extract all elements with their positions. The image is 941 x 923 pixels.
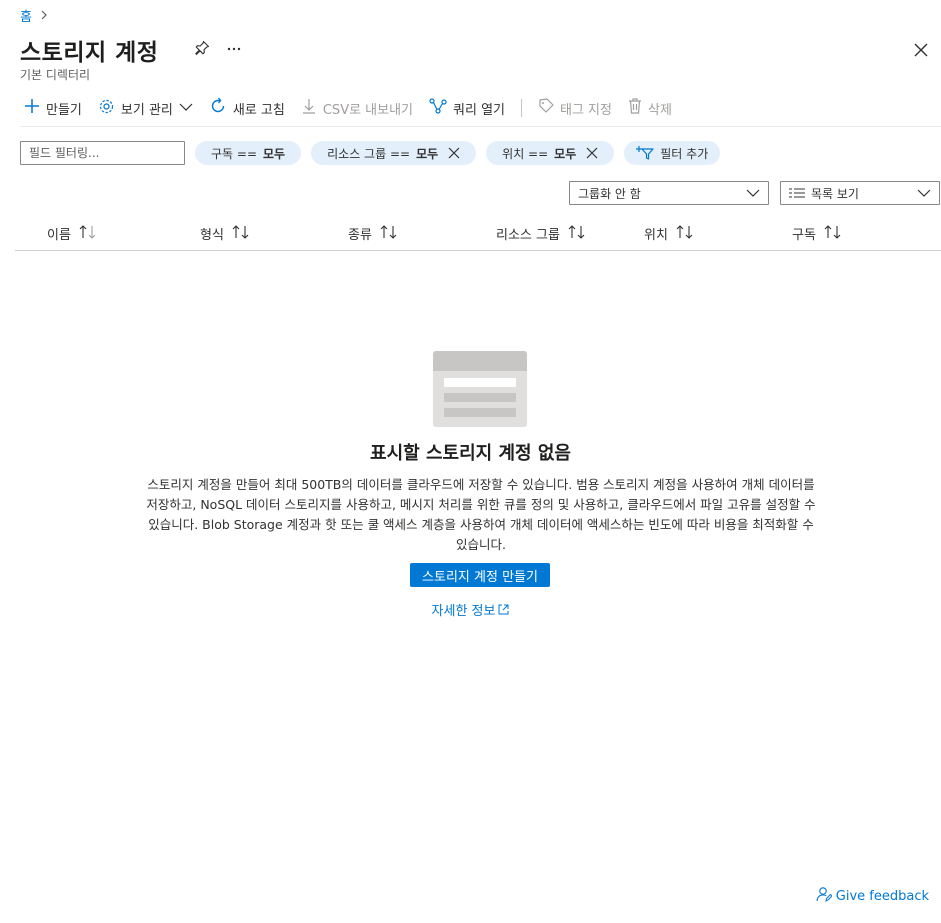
grouping-dropdown[interactable]: 그룹화 안 함 — [569, 181, 769, 205]
manage-view-label: 보기 관리 — [120, 102, 173, 118]
column-header-name[interactable]: 이름 — [47, 224, 97, 243]
create-storage-account-button[interactable]: 스토리지 계정 만들기 — [410, 563, 550, 587]
chevron-down-icon — [917, 187, 931, 202]
sort-icon — [232, 224, 250, 243]
filter-add-icon — [636, 145, 654, 161]
download-icon — [301, 98, 317, 118]
breadcrumb-home[interactable]: 홈 — [20, 6, 32, 25]
breadcrumb: 홈 — [20, 6, 48, 25]
learn-more-link[interactable]: 자세한 정보 — [0, 600, 941, 619]
column-label: 구독 — [792, 228, 816, 243]
tag-icon — [538, 98, 554, 118]
empty-state-title: 표시할 스토리지 계정 없음 — [370, 443, 571, 464]
give-feedback-link[interactable]: Give feedback — [816, 886, 929, 906]
filter-pill-value: 모두 — [416, 146, 439, 161]
filter-input[interactable] — [20, 141, 185, 165]
view-mode-value: 목록 보기 — [811, 186, 859, 201]
close-icon[interactable] — [911, 40, 931, 60]
pin-icon[interactable] — [194, 40, 210, 60]
delete-label: 삭제 — [647, 102, 672, 118]
table-header: 이름 형식 종류 리소스 그룹 위치 구독 — [15, 220, 941, 251]
column-header-kind[interactable]: 종류 — [348, 224, 398, 243]
column-header-subscription[interactable]: 구독 — [792, 224, 842, 243]
filter-pill-location[interactable]: 위치 == 모두 — [486, 141, 615, 165]
assign-tags-label: 태그 지정 — [560, 102, 612, 118]
export-csv-button[interactable]: CSV로 내보내기 — [301, 98, 413, 118]
page-subtitle: 기본 디렉터리 — [20, 68, 91, 82]
close-icon[interactable] — [448, 147, 460, 159]
toolbar-divider — [521, 99, 522, 117]
more-options-icon[interactable] — [226, 40, 242, 60]
refresh-button[interactable]: 새로 고침 — [209, 97, 285, 119]
column-header-type[interactable]: 형식 — [200, 224, 250, 243]
create-button[interactable]: 만들기 — [24, 98, 82, 118]
column-label: 리소스 그룹 — [496, 228, 560, 243]
command-bar: 만들기 보기 관리 새로 고침 CSV로 내보내기 쿼리 열기 태그 지정 삭제 — [24, 96, 688, 120]
manage-view-button[interactable]: 보기 관리 — [98, 98, 193, 119]
learn-more-label: 자세한 정보 — [431, 604, 496, 619]
sort-icon — [824, 224, 842, 243]
empty-state-description: 스토리지 계정을 만들어 최대 500TB의 데이터를 클라우드에 저장할 수 … — [146, 477, 816, 552]
feedback-icon — [816, 886, 833, 906]
open-query-button[interactable]: 쿼리 열기 — [429, 98, 505, 118]
external-link-icon — [498, 604, 509, 615]
gear-icon — [98, 98, 115, 119]
toolbar-separator — [20, 126, 941, 127]
sort-icon — [568, 224, 586, 243]
empty-state-illustration — [433, 351, 527, 427]
refresh-icon — [209, 97, 227, 119]
trash-icon — [628, 98, 642, 118]
title-actions — [194, 40, 242, 60]
close-icon[interactable] — [586, 147, 598, 159]
filter-bar: 구독 == 모두 리소스 그룹 == 모두 위치 == 모두 필터 추가 — [20, 141, 730, 165]
chevron-down-icon — [746, 187, 760, 202]
column-label: 형식 — [200, 228, 224, 243]
column-label: 종류 — [348, 228, 372, 243]
export-csv-label: CSV로 내보내기 — [322, 102, 414, 118]
filter-pill-resource-group[interactable]: 리소스 그룹 == 모두 — [311, 141, 477, 165]
filter-pill-value: 모두 — [554, 146, 577, 161]
add-filter-label: 필터 추가 — [660, 146, 709, 161]
column-label: 위치 — [644, 228, 668, 243]
column-header-location[interactable]: 위치 — [644, 224, 694, 243]
assign-tags-button[interactable]: 태그 지정 — [538, 98, 612, 118]
sort-icon — [79, 224, 97, 243]
give-feedback-label: Give feedback — [835, 888, 929, 904]
filter-pill-key: 위치 == — [502, 146, 549, 161]
view-mode-dropdown[interactable]: 목록 보기 — [780, 181, 940, 205]
chevron-right-icon — [40, 9, 48, 23]
open-query-label: 쿼리 열기 — [453, 102, 505, 118]
add-filter-button[interactable]: 필터 추가 — [624, 141, 721, 165]
plus-icon — [24, 98, 40, 118]
column-label: 이름 — [47, 228, 71, 243]
chevron-down-icon — [179, 101, 193, 116]
filter-pill-key: 구독 == — [211, 146, 258, 161]
delete-button[interactable]: 삭제 — [628, 98, 672, 118]
create-label: 만들기 — [46, 102, 82, 118]
filter-pill-value: 모두 — [263, 146, 286, 161]
filter-pill-subscription[interactable]: 구독 == 모두 — [195, 141, 302, 165]
column-header-resource-group[interactable]: 리소스 그룹 — [496, 224, 586, 243]
list-icon — [789, 187, 805, 199]
page-title: 스토리지 계정 — [20, 40, 159, 66]
grouping-value: 그룹화 안 함 — [578, 186, 641, 201]
sort-icon — [380, 224, 398, 243]
filter-pill-key: 리소스 그룹 == — [327, 146, 411, 161]
sort-icon — [676, 224, 694, 243]
query-icon — [429, 98, 447, 118]
refresh-label: 새로 고침 — [232, 102, 285, 118]
